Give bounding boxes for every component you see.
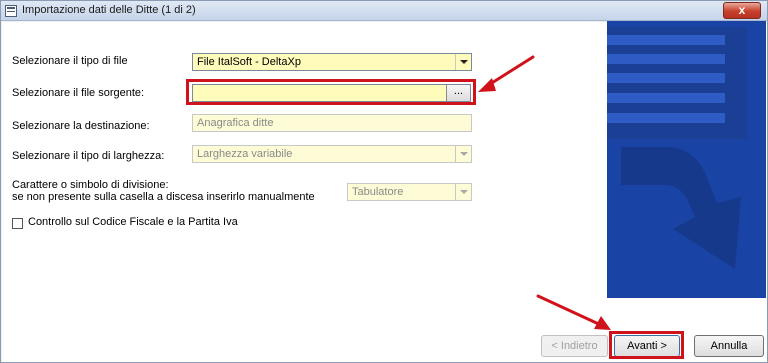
- separator-select: Tabulatore: [347, 183, 472, 201]
- destination-label: Selezionare la destinazione:: [12, 120, 150, 132]
- title-bar[interactable]: Importazione dati delle Ditte (1 di 2) x: [1, 1, 767, 21]
- separator-label-line2: se non presente sulla casella a discesa …: [12, 191, 315, 203]
- source-file-label: Selezionare il file sorgente:: [12, 87, 145, 99]
- wizard-banner-image: [607, 21, 766, 298]
- separator-label-line1: Carattere o simbolo di divisione:: [12, 179, 169, 191]
- destination-value: Anagrafica ditte: [197, 117, 274, 129]
- document-arrow-graphic: [607, 21, 766, 298]
- separator-value: Tabulatore: [352, 186, 404, 198]
- file-type-select[interactable]: File ItalSoft - DeltaXp: [192, 53, 472, 71]
- tax-code-checkbox-label[interactable]: Controllo sul Codice Fiscale e la Partit…: [28, 216, 238, 228]
- application-icon: [5, 5, 17, 17]
- chevron-down-icon[interactable]: [455, 54, 471, 70]
- back-button[interactable]: < Indietro: [541, 335, 608, 357]
- width-type-select: Larghezza variabile: [192, 145, 472, 163]
- file-type-label: Selezionare il tipo di file: [12, 55, 128, 67]
- source-file-highlight: [186, 79, 476, 105]
- file-type-value: File ItalSoft - DeltaXp: [197, 56, 301, 68]
- close-button[interactable]: x: [723, 2, 761, 19]
- destination-field: Anagrafica ditte: [192, 114, 472, 132]
- width-type-value: Larghezza variabile: [197, 148, 293, 160]
- cancel-button[interactable]: Annulla: [694, 335, 764, 357]
- chevron-down-icon: [455, 184, 471, 200]
- chevron-down-icon: [455, 146, 471, 162]
- next-button-highlight: [609, 331, 684, 359]
- window-title: Importazione dati delle Ditte (1 di 2): [22, 4, 196, 16]
- width-type-label: Selezionare il tipo di larghezza:: [12, 150, 165, 162]
- tax-code-checkbox[interactable]: [12, 218, 23, 229]
